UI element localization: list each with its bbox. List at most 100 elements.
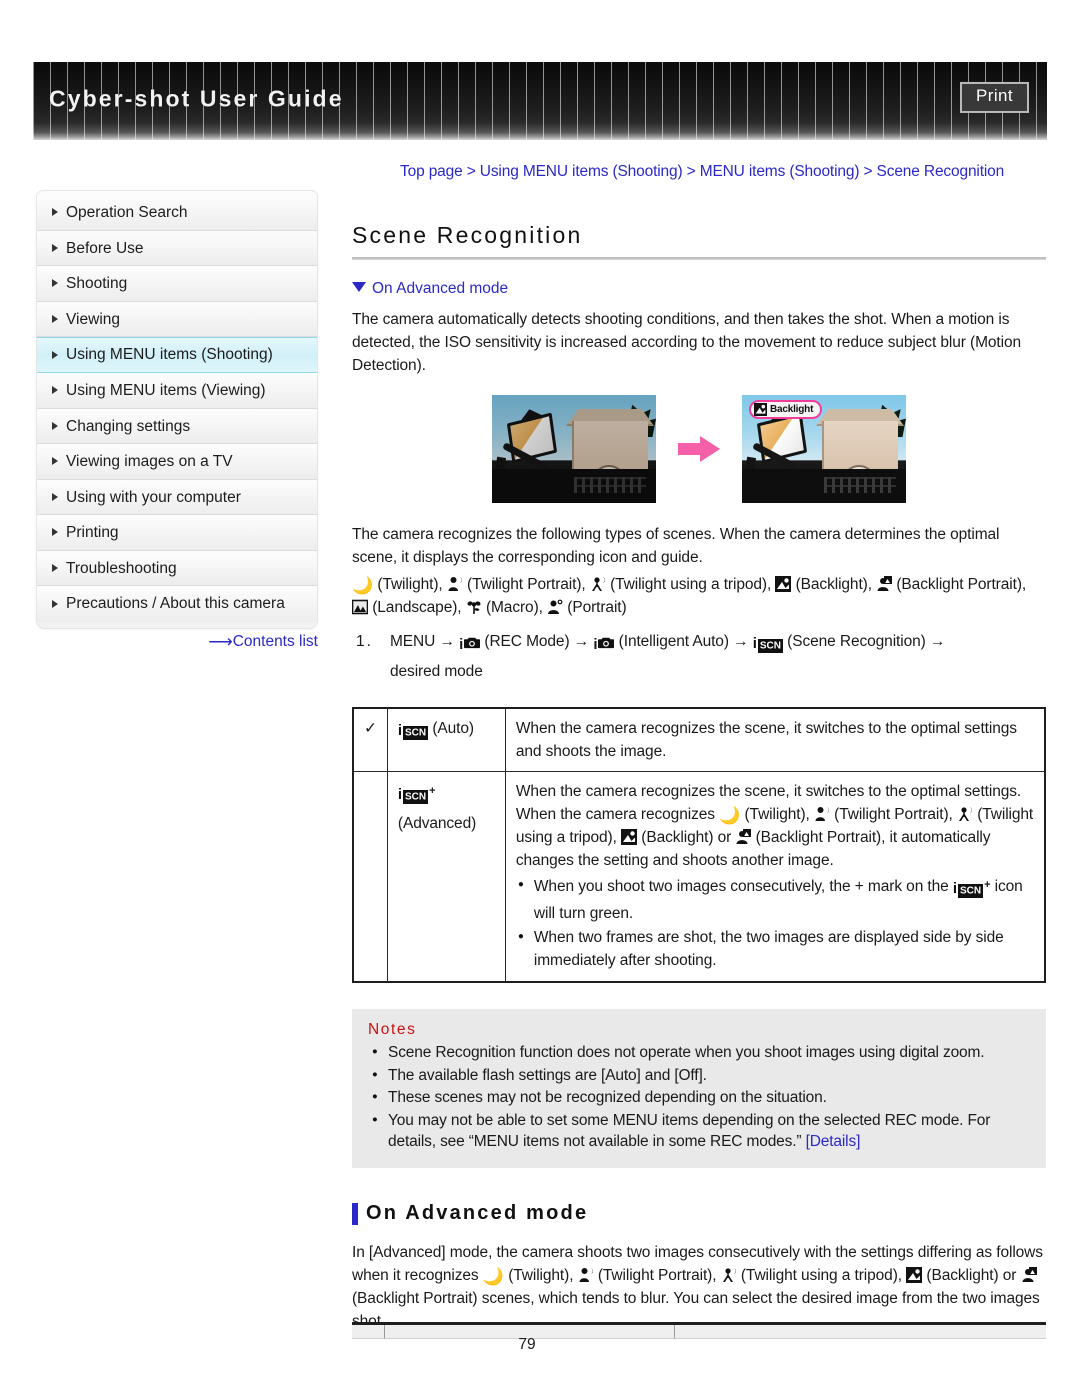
- list-item: When you shoot two images consecutively,…: [518, 873, 1034, 925]
- advanced-twilight-label: (Twilight),: [744, 806, 810, 823]
- backlight-badge-label: Backlight: [770, 404, 814, 415]
- portrait-icon: [548, 599, 563, 614]
- advanced-backlight-label: (Backlight) or: [641, 829, 732, 846]
- step-scene-recognition-label: (Scene Recognition): [787, 633, 926, 650]
- list-item: When two frames are shot, the two images…: [518, 925, 1034, 972]
- sidebar-item-viewing[interactable]: Viewing: [37, 301, 317, 337]
- twilight-portrait-icon: [579, 1268, 593, 1283]
- advanced-mode-paragraph: In [Advanced] mode, the camera shoots tw…: [352, 1241, 1046, 1333]
- sidebar-item-using-menu-items-shooting[interactable]: Using MENU items (Shooting): [37, 337, 317, 373]
- notes-title: Notes: [368, 1021, 417, 1038]
- twilight-tripod-icon: [591, 577, 605, 591]
- macro-flower-icon: [467, 601, 481, 614]
- step-rec-mode-label: (REC Mode): [484, 633, 570, 650]
- contents-list-link[interactable]: ⟶ Contents list: [36, 632, 318, 652]
- sidebar-item-label: Viewing images on a TV: [66, 453, 233, 470]
- photo-after: Backlight: [742, 395, 906, 503]
- title-divider: [352, 257, 1046, 260]
- adv-twilight-label: (Twilight),: [508, 1267, 574, 1285]
- scene-icon-list: 🌙 (Twilight), (Twilight Portrait), (Twil…: [352, 573, 1046, 619]
- building-windows-shape: [574, 477, 646, 493]
- sidebar-item-shooting[interactable]: Shooting: [37, 266, 317, 302]
- sidebar-item-using-menu-items-viewing[interactable]: Using MENU items (Viewing): [37, 373, 317, 409]
- backlight-portrait-icon: [1022, 1267, 1037, 1283]
- twilight-icon: 🌙: [719, 806, 741, 825]
- step-desired-mode-label: desired mode: [390, 663, 483, 680]
- recognize-paragraph: The camera recognizes the following type…: [352, 526, 1000, 566]
- footer-table-stub: [352, 1322, 1046, 1339]
- twilight-icon: 🌙: [482, 1267, 504, 1287]
- twilight-tripod-icon: [958, 807, 972, 821]
- mode-table: ✓ i SCN (Auto) When the camera recognizes…: [352, 707, 1046, 983]
- adv-backlight-label: (Backlight) or: [926, 1267, 1017, 1285]
- table-row: i SCN + (Advanced) When the camera recogni…: [352, 771, 1046, 983]
- sidebar-item-printing[interactable]: Printing: [37, 515, 317, 551]
- scene-recognition-icon: i SCN: [752, 635, 783, 653]
- sidebar-item-precautions[interactable]: Precautions / About this camera: [37, 586, 317, 622]
- scene-recognition-figure: Backlight: [352, 395, 1046, 503]
- step-arrow-3: →: [733, 633, 749, 650]
- bullet-2-text: When two frames are shot, the two images…: [533, 929, 1004, 969]
- backlight-icon: [775, 576, 792, 592]
- sidebar-item-operation-search[interactable]: Operation Search: [37, 195, 317, 231]
- twilight-portrait-icon: [815, 807, 829, 821]
- intro-paragraph: The camera automatically detects shootin…: [352, 311, 1021, 374]
- step-number: 1.: [356, 633, 373, 650]
- print-button[interactable]: Print: [960, 81, 1029, 113]
- bullet-1-before: When you shoot two images consecutively,…: [533, 878, 949, 895]
- right-arrow-icon: ⟶: [208, 632, 232, 651]
- step-menu-label: MENU: [390, 633, 436, 650]
- header-banner: Cyber-shot User Guide Print: [33, 62, 1047, 140]
- backlight-portrait-icon: [736, 829, 752, 844]
- triangle-down-icon: [352, 282, 366, 292]
- auto-mode-description: When the camera recognizes the scene, it…: [504, 707, 1046, 772]
- sidebar-item-using-with-your-computer[interactable]: Using with your computer: [37, 479, 317, 515]
- step-intelligent-auto-label: (Intelligent Auto): [618, 633, 729, 650]
- step-arrow-4: →: [929, 633, 946, 650]
- advanced-mode-cell: i SCN + (Advanced): [386, 771, 506, 983]
- auto-mode-label: (Auto): [432, 720, 474, 737]
- photo-before: [492, 395, 656, 503]
- note-4-text: You may not be able to set some MENU ite…: [388, 1111, 991, 1151]
- advanced-mode-heading: On Advanced mode: [352, 1202, 1046, 1225]
- twilight-portrait-label: (Twilight Portrait),: [467, 576, 586, 593]
- advanced-mode-check: [352, 771, 388, 983]
- step-arrow-2: →: [573, 633, 590, 650]
- page-number: 79: [518, 1336, 536, 1353]
- main-content: Scene Recognition On Advanced mode The c…: [352, 222, 1046, 1337]
- sidebar-item-label: Printing: [66, 524, 119, 541]
- notes-box: Notes Scene Recognition function does no…: [352, 1009, 1046, 1168]
- details-link[interactable]: [Details]: [806, 1133, 861, 1150]
- iscn-icon: i SCN: [397, 722, 429, 740]
- contents-list-label: Contents list: [232, 633, 318, 650]
- advanced-twilight-tripod-label: (Twilight: [977, 806, 1034, 823]
- page-title: Scene Recognition: [352, 222, 583, 248]
- sidebar-item-label: Precautions / About this camera: [66, 595, 285, 612]
- sidebar-nav: Operation Search Before Use Shooting Vie…: [36, 190, 318, 629]
- breadcrumb[interactable]: Top page > Using MENU items (Shooting) >…: [400, 163, 1050, 181]
- twilight-tripod-label: (Twilight using a tripod),: [610, 576, 772, 593]
- advanced-backlight-portrait-label: (Backlight Portrait), it automatically: [755, 829, 991, 846]
- advanced-desc-part2: changes the setting and shoots another i…: [515, 852, 834, 869]
- backlight-icon: [621, 829, 638, 845]
- sidebar-item-label: Changing settings: [66, 417, 191, 435]
- backlight-portrait-label: (Backlight: [896, 576, 964, 593]
- sidebar-item-troubleshooting[interactable]: Troubleshooting: [37, 550, 317, 586]
- sidebar-item-label: Viewing: [66, 310, 121, 328]
- twilight-portrait-icon: [448, 577, 462, 591]
- sidebar-item-before-use[interactable]: Before Use: [37, 230, 317, 266]
- jump-to-advanced-mode-link[interactable]: On Advanced mode: [352, 280, 1046, 298]
- twilight-icon: 🌙: [352, 576, 374, 595]
- sidebar-item-label: Using MENU items (Shooting): [66, 346, 273, 363]
- list-item: You may not be able to set some MENU ite…: [372, 1109, 1030, 1153]
- transition-arrow-icon: [678, 436, 720, 462]
- iscn-plus-icon: i SCN +: [397, 785, 436, 804]
- sidebar-item-viewing-images-on-a-tv[interactable]: Viewing images on a TV: [37, 444, 317, 480]
- sidebar-item-label: Operation Search: [66, 204, 188, 221]
- sidebar-item-label: Shooting: [66, 275, 128, 292]
- intelligent-auto-icon: i: [593, 632, 615, 658]
- macro-label: (Macro),: [485, 599, 543, 616]
- list-item: The available flash settings are [Auto] …: [372, 1064, 1030, 1087]
- twilight-label: (Twilight),: [377, 576, 443, 593]
- sidebar-item-changing-settings[interactable]: Changing settings: [37, 408, 317, 444]
